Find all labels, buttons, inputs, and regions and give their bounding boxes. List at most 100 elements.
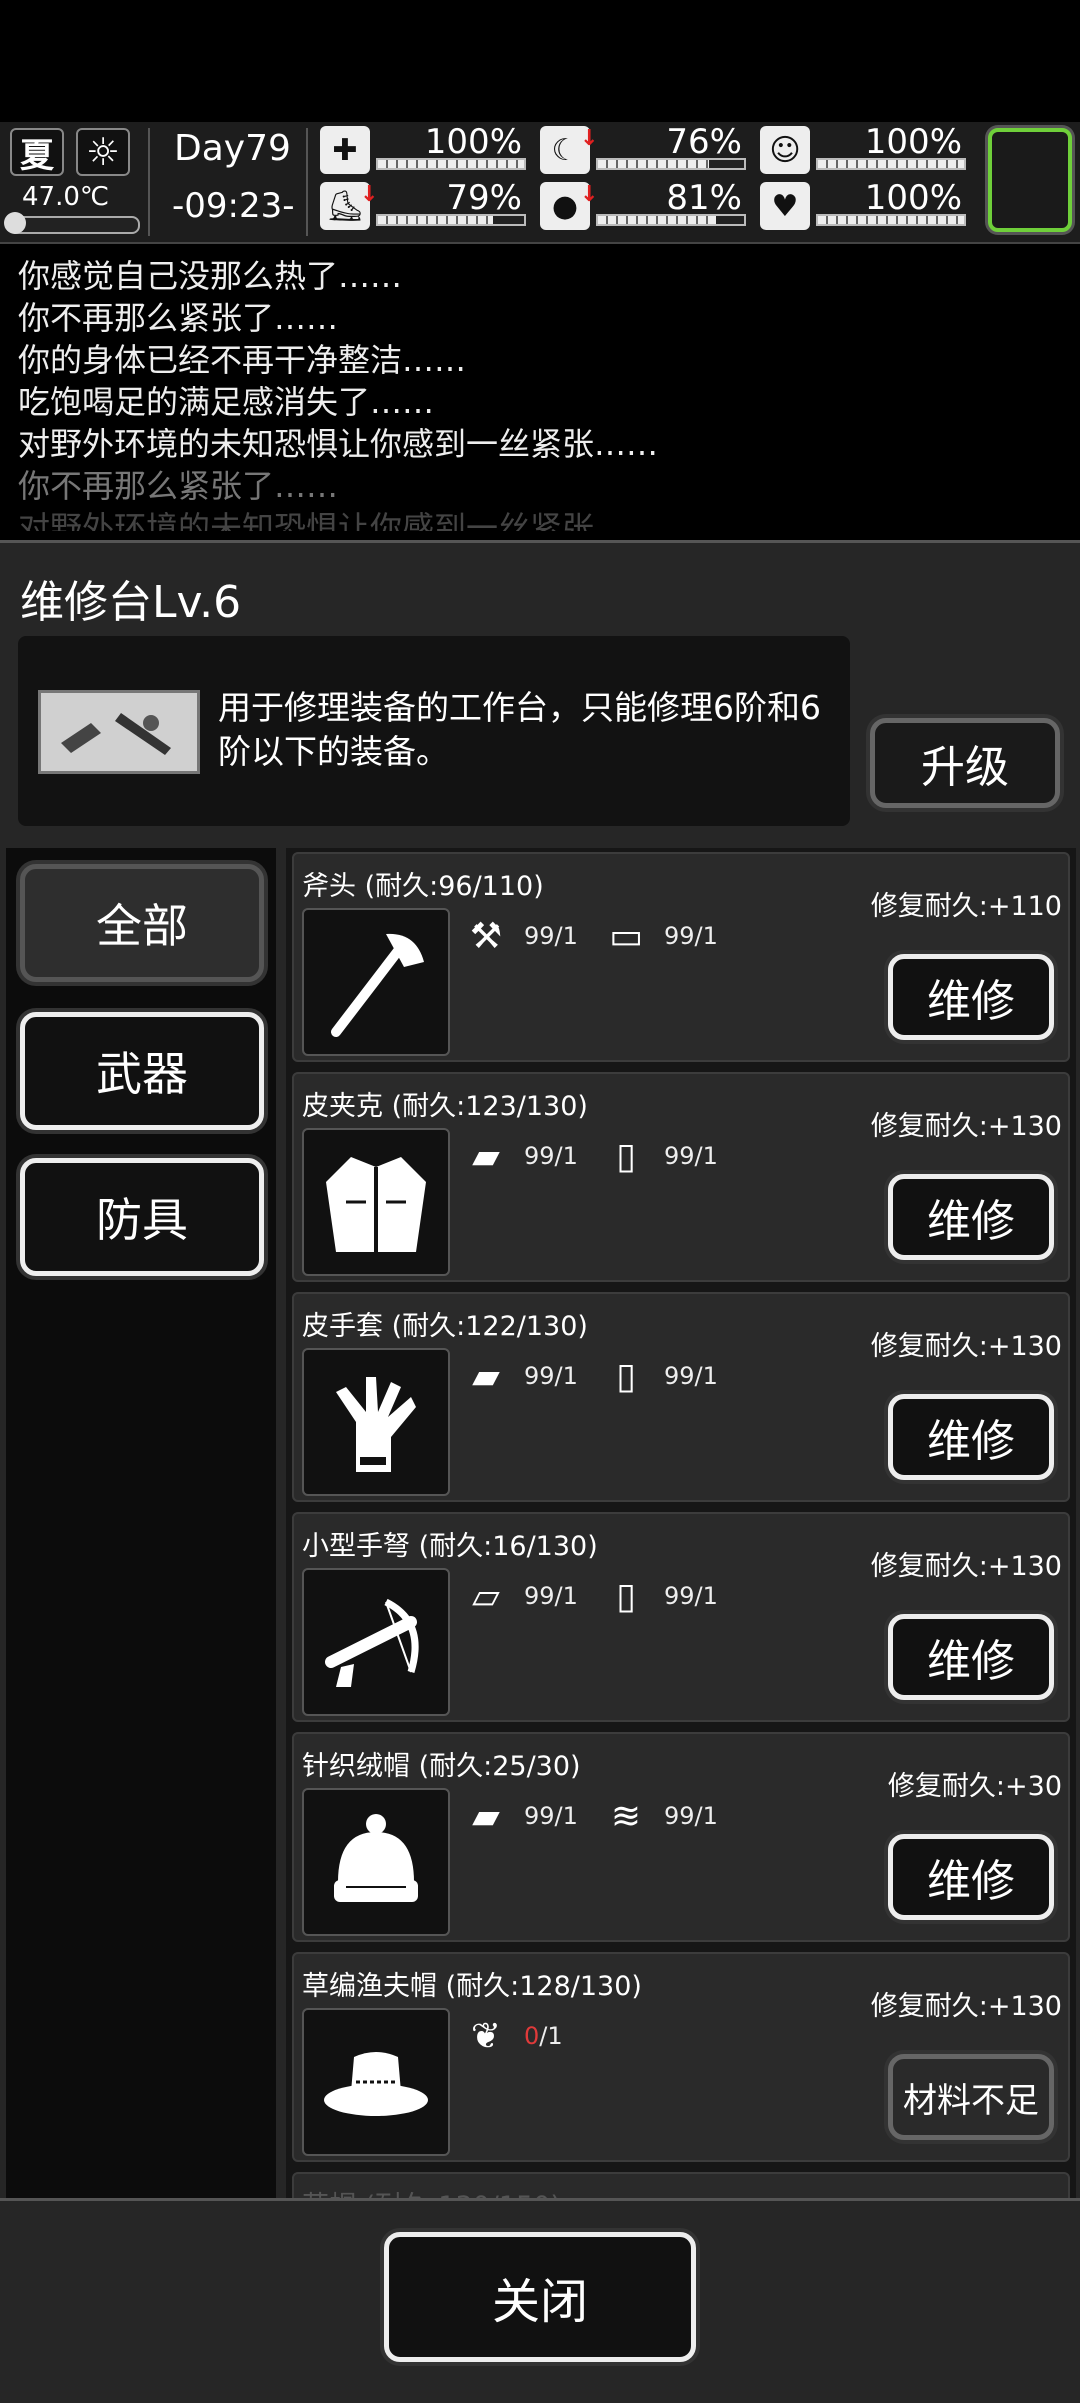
repair-amount: 修复耐久:+110 (870, 891, 1062, 922)
thermometer-icon (4, 212, 140, 234)
material-glue: ▯ 99/1 (596, 1574, 718, 1618)
status-bar: 夏 ☼ 47.0℃ Day79 -09:23- ✚ 100% ☾ ↓ 76% ☺ … (0, 122, 1080, 244)
tab-weapons[interactable]: 武器 (20, 1012, 264, 1130)
repair-list[interactable]: 斧头 (耐久:96/110) ⚒ 99/1 ▭ 99/1 修复耐久:+110 维修 … (286, 848, 1076, 2198)
stat-value: 81% (666, 178, 742, 218)
glue-bottle-icon: ▯ (616, 1355, 636, 1397)
material-leather: ▰ 99/1 (456, 1354, 578, 1398)
repair-amount: 修复耐久:+30 (887, 1771, 1062, 1802)
beanie-icon (302, 1788, 450, 1936)
item-name: 针织绒帽 (耐久:25/30) (302, 1751, 581, 1782)
log-line: 你的身体已经不再干净整洁…… (18, 341, 467, 379)
item-name: 皮手套 (耐久:122/130) (302, 1311, 588, 1342)
wood-log-icon: ▭ (608, 915, 643, 957)
repair-amount: 修复耐久:+130 (870, 1991, 1062, 2022)
water-drop-icon: ● ↓ (540, 182, 598, 230)
stat-value: 100% (424, 122, 522, 162)
tab-all[interactable]: 全部 (20, 864, 264, 982)
stat-bar (376, 214, 526, 226)
stat-heart: ♥ 100% (760, 178, 966, 230)
material-leather: ▰ 99/1 (456, 1134, 578, 1178)
repair-button[interactable]: 维修 (888, 1614, 1054, 1700)
panel-title: 维修台Lv.6 (20, 577, 242, 628)
message-log: 你感觉自己没那么热了…… 你不再那么紧张了…… 你的身体已经不再干净整洁…… 吃… (18, 255, 1058, 531)
repair-item-knit-beanie: 针织绒帽 (耐久:25/30) ▰ 99/1 ≋ 99/1 修复耐久:+30 维修 (292, 1732, 1070, 1942)
leather-icon: ▰ (472, 1135, 500, 1177)
close-button[interactable]: 关闭 (384, 2232, 696, 2362)
stat-thirst: ● ↓ 81% (540, 178, 746, 230)
material-scrap: ⚒ 99/1 (456, 914, 578, 958)
fabric-stack-icon: ≋ (610, 1795, 642, 1837)
day-counter: Day79 (174, 128, 291, 169)
crossbow-icon (302, 1568, 450, 1716)
cloth-icon: ▰ (472, 1795, 500, 1837)
item-name: 草编渔夫帽 (耐久:128/130) (302, 1971, 642, 2002)
boot-icon: ⛸ ↓ (320, 182, 378, 230)
straw-hat-icon (302, 2008, 450, 2156)
item-name: 皮夹克 (耐久:123/130) (302, 1091, 588, 1122)
log-line: 你不再那么紧张了…… (18, 467, 339, 505)
repair-button[interactable]: 维修 (888, 1174, 1054, 1260)
divider (148, 128, 150, 236)
stat-bar (376, 158, 526, 170)
stat-bar (816, 214, 966, 226)
category-sidebar: 全部 武器 防具 (6, 848, 276, 2198)
insufficient-materials-button[interactable]: 材料不足 (888, 2054, 1054, 2140)
repair-amount: 修复耐久:+130 (870, 1331, 1062, 1362)
log-line: 对野外环境的未知恐惧让你感到一丝紧张…… (18, 425, 659, 463)
item-name: 斧头 (耐久:96/110) (302, 871, 544, 902)
stomach-icon: ☾ ↓ (540, 126, 598, 174)
repair-item-axe: 斧头 (耐久:96/110) ⚒ 99/1 ▭ 99/1 修复耐久:+110 维修 (292, 852, 1070, 1062)
season-indicator: 夏 (10, 128, 64, 176)
material-wood: ▭ 99/1 (596, 914, 718, 958)
stat-bar (596, 158, 746, 170)
scrap-icon: ⚒ (469, 915, 503, 957)
heart-icon: ♥ (760, 182, 810, 230)
repair-item-crossbow: 小型手弩 (耐久:16/130) ▱ 99/1 ▯ 99/1 修复耐久:+130 维… (292, 1512, 1070, 1722)
axe-icon (302, 908, 450, 1056)
material-grass: ❦ 0/1 (456, 2014, 563, 2058)
tab-armor[interactable]: 防具 (20, 1158, 264, 1276)
material-cloth: ▰ 99/1 (456, 1794, 578, 1838)
stat-value: 79% (446, 178, 522, 218)
leather-icon: ▰ (472, 1355, 500, 1397)
glove-icon (302, 1348, 450, 1496)
grass-icon: ❦ (470, 2015, 502, 2057)
log-line: 对野外环境的未知恐惧让你感到一丝紧张…… (18, 509, 659, 531)
repair-item-leather-gloves: 皮手套 (耐久:122/130) ▰ 99/1 ▯ 99/1 修复耐久:+130 维… (292, 1292, 1070, 1502)
temperature-readout: 47.0℃ (22, 182, 110, 212)
plank-icon: ▱ (472, 1575, 500, 1617)
repair-item-straw-hat: 草编渔夫帽 (耐久:128/130) ❦ 0/1 修复耐久:+130 材料不足 (292, 1952, 1070, 2162)
survival-stats: ✚ 100% ☾ ↓ 76% ☺ 100% ⛸ ↓ 79% ● ↓ 81% ♥ 100… (320, 122, 980, 238)
upgrade-button[interactable]: 升级 (870, 718, 1060, 808)
stat-hunger: ☾ ↓ 76% (540, 122, 746, 174)
material-plank: ▱ 99/1 (456, 1574, 578, 1618)
stat-stamina: ⛸ ↓ 79% (320, 178, 526, 230)
repair-button[interactable]: 维修 (888, 1834, 1054, 1920)
workbench-image (38, 690, 200, 774)
clock: -09:23- (172, 186, 295, 226)
equipped-slot[interactable] (988, 128, 1072, 232)
jacket-icon (302, 1128, 450, 1276)
material-fabric: ≋ 99/1 (596, 1794, 718, 1838)
repair-amount: 修复耐久:+130 (870, 1111, 1062, 1142)
stat-value: 100% (864, 178, 962, 218)
stat-health: ✚ 100% (320, 122, 526, 174)
divider (306, 128, 308, 236)
log-line: 吃饱喝足的满足感消失了…… (18, 383, 435, 421)
stat-value: 100% (864, 122, 962, 162)
stat-value: 76% (666, 122, 742, 162)
log-line: 你不再那么紧张了…… (18, 299, 339, 337)
material-glue: ▯ 99/1 (596, 1354, 718, 1398)
repair-button[interactable]: 维修 (888, 1394, 1054, 1480)
medkit-icon: ✚ (320, 126, 370, 174)
stat-bar (816, 158, 966, 170)
mood-icon: ☺ (760, 126, 810, 174)
log-line: 你感觉自己没那么热了…… (18, 257, 403, 295)
repair-button[interactable]: 维修 (888, 954, 1054, 1040)
item-name: 小型手弩 (耐久:16/130) (302, 1531, 598, 1562)
sun-icon: ☼ (76, 128, 130, 176)
stat-bar (596, 214, 746, 226)
repair-item-leather-jacket: 皮夹克 (耐久:123/130) ▰ 99/1 ▯ 99/1 修复耐久:+130 维… (292, 1072, 1070, 1282)
item-name: 草帽 (耐久:130/150) (302, 2184, 561, 2198)
